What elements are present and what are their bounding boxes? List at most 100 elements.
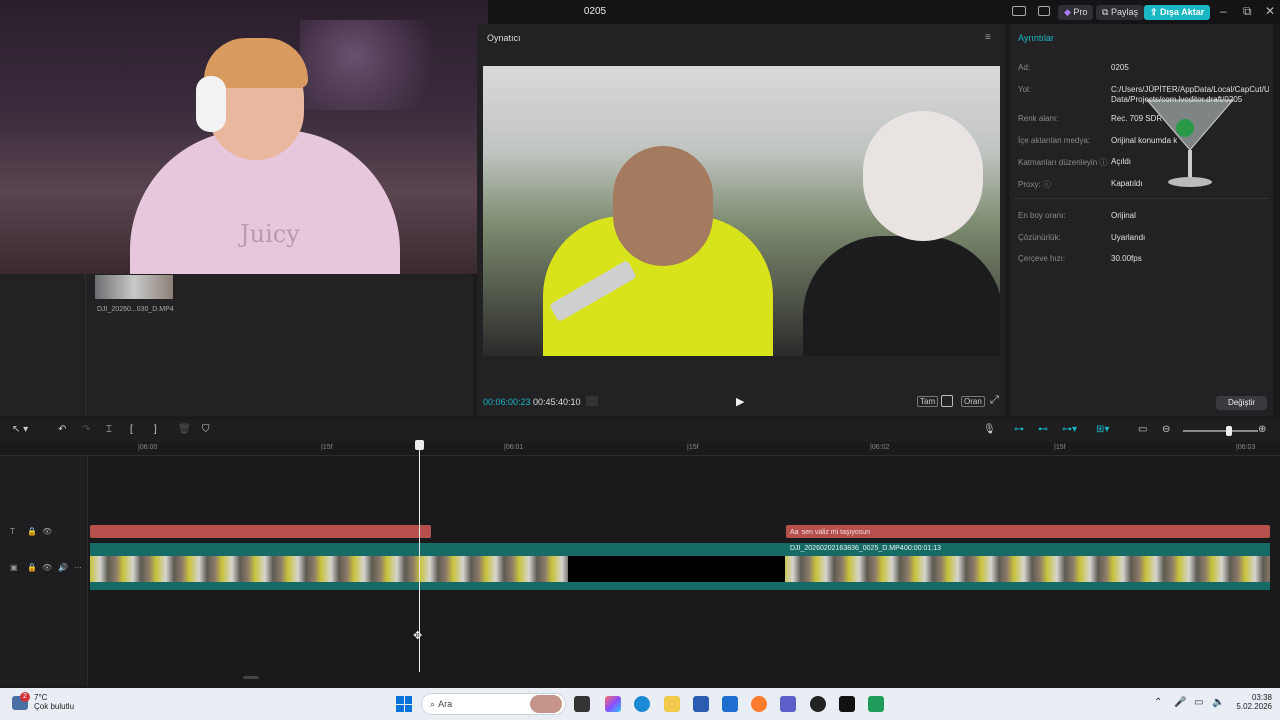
link-icon[interactable]: ⊷ [1038, 424, 1048, 435]
file-explorer-icon[interactable] [664, 696, 680, 712]
search-icon: ⌕ [430, 699, 436, 709]
delete-icon[interactable]: 🗑 [178, 424, 191, 435]
move-cursor-icon: ✥ [413, 630, 423, 642]
weather-widget[interactable]: 7°C Çok bulutlu [34, 693, 74, 711]
ruler-tick: |15f [321, 444, 333, 451]
lock-icon[interactable]: 🔒 [27, 563, 37, 572]
ruler-tick: |06:01 [504, 444, 524, 451]
weather-temp: 7°C [34, 693, 48, 702]
play-icon[interactable]: ▶ [736, 395, 744, 408]
more-icon[interactable]: ⋯ [74, 563, 82, 572]
preview-axis-icon[interactable]: ⊶▾ [1062, 424, 1077, 435]
task-view-icon[interactable] [574, 696, 590, 712]
hoodie-logo: Juicy [240, 220, 300, 248]
detail-label-layers: Katmanları düzenleyin ⓘ [1018, 158, 1108, 167]
detail-label-proxy: Proxy: ⓘ [1018, 180, 1051, 189]
detail-label-imported-media: İçe aktarılan medya: [1018, 136, 1091, 145]
room-lights [300, 20, 480, 110]
full-quality-button[interactable]: Tam [917, 396, 939, 407]
copilot-icon[interactable] [605, 696, 621, 712]
search-highlight-icon [530, 695, 562, 713]
text-clip[interactable] [90, 525, 431, 538]
minimize-button[interactable]: – [1220, 4, 1227, 18]
lock-icon[interactable]: 🔒 [27, 527, 37, 536]
detail-value-proxy: Kapatıldı [1111, 179, 1143, 188]
search-placeholder: Ara [438, 699, 453, 709]
share-button[interactable]: ⧉ Paylaş [1096, 5, 1144, 20]
detail-value-resolution: Uyarlandı [1111, 233, 1146, 242]
close-button[interactable]: ✕ [1265, 4, 1275, 18]
microphone-icon[interactable]: 🎙 [983, 424, 996, 435]
details-panel [1010, 24, 1273, 416]
detail-label-framerate: Çerçeve hızı: [1018, 254, 1066, 263]
details-title: Ayrıntılar [1018, 33, 1054, 43]
zoom-slider-handle[interactable] [1226, 426, 1232, 436]
snapshot-icon[interactable] [941, 395, 953, 407]
detail-value-aspect: Orijinal [1111, 211, 1136, 220]
shield-icon[interactable]: ⛉ [202, 424, 210, 435]
woman-face [863, 111, 983, 241]
video-clip-header[interactable] [90, 543, 1270, 556]
upload-icon: ⇪ [1150, 7, 1161, 17]
snap-icon[interactable]: ⊞▾ [1096, 424, 1109, 435]
chevron-up-icon[interactable]: ⌃ [1154, 697, 1162, 708]
caption-icon[interactable]: ▭ [1138, 424, 1147, 435]
obs-icon[interactable] [810, 696, 826, 712]
video-clip-label: DJI_20260202163836_0025_D.MP4 [790, 545, 904, 552]
media-thumbnail-label: DJI_20260...030_D.MP4 [97, 306, 174, 313]
eye-icon[interactable]: 👁 [42, 563, 52, 572]
layout-icon[interactable] [1012, 6, 1026, 16]
windows-start-icon[interactable] [396, 696, 412, 712]
split-icon[interactable]: ⌶ [106, 424, 112, 435]
volume-icon[interactable]: 🔈 [1212, 697, 1224, 708]
monitor-icon[interactable]: ▭ [1194, 697, 1203, 708]
woman-coat [803, 236, 1000, 356]
speaker-icon[interactable]: 🔊 [58, 563, 68, 572]
trim-left-icon[interactable]: [ [130, 424, 133, 435]
notes-icon[interactable] [868, 696, 884, 712]
ruler-tick: |15f [1054, 444, 1066, 451]
zoom-in-icon[interactable]: ⊕ [1258, 424, 1266, 435]
maximize-button[interactable]: ⧉ [1243, 4, 1252, 19]
grid-icon[interactable] [586, 396, 598, 406]
magnet-icon[interactable]: ⊶ [1014, 424, 1024, 435]
text-clip-label: sen valiz mi taşıyosun [801, 529, 871, 536]
eye-icon[interactable]: 👁 [42, 527, 52, 536]
time-ruler[interactable] [0, 442, 1280, 456]
audio-waveform [90, 582, 1270, 590]
playhead-handle[interactable] [415, 440, 424, 450]
capcut-icon[interactable] [839, 696, 855, 712]
text-clip[interactable]: Aa sen valiz mi taşıyosun [786, 525, 1270, 538]
zoom-out-icon[interactable]: ⊖ [1162, 424, 1170, 435]
player-menu-icon[interactable]: ≡ [985, 32, 991, 43]
ratio-button[interactable]: Oran [961, 396, 985, 407]
microphone-tray-icon[interactable]: 🎤 [1174, 697, 1186, 708]
player-title: Oynatıcı [487, 33, 521, 43]
man-face [613, 146, 713, 266]
zoom-slider[interactable] [1183, 430, 1258, 432]
ruler-tick: |06:03 [1236, 444, 1256, 451]
export-button[interactable]: ⇪ Dışa Aktar [1144, 5, 1211, 20]
detail-value-layers: Açıldı [1111, 157, 1132, 166]
trim-right-icon[interactable]: ] [154, 424, 157, 435]
video-clip-duration: 00:00:01:13 [904, 545, 941, 552]
redo-icon[interactable]: ↷ [82, 424, 90, 435]
select-tool-icon[interactable]: ↖ ▾ [12, 424, 28, 435]
detail-label-name: Ad: [1018, 63, 1031, 72]
video-preview[interactable] [483, 66, 1000, 356]
taskbar-clock[interactable]: 03:38 5.02.2026 [1226, 693, 1272, 711]
outlook-icon[interactable] [722, 696, 738, 712]
store-icon[interactable] [693, 696, 709, 712]
firefox-icon[interactable] [751, 696, 767, 712]
media-thumbnail[interactable] [95, 275, 173, 299]
horizontal-scrollbar[interactable] [243, 676, 259, 679]
shortcut-icon[interactable] [1038, 6, 1050, 16]
pro-button[interactable]: ◆ Pro [1058, 5, 1094, 20]
undo-icon[interactable]: ↶ [58, 424, 66, 435]
edge-icon[interactable] [634, 696, 650, 712]
ruler-tick: |15f [687, 444, 699, 451]
teams-icon[interactable] [780, 696, 796, 712]
change-button[interactable]: Değiştir [1216, 396, 1267, 410]
fullscreen-icon[interactable]: ⤢ [990, 394, 999, 407]
detail-value-name: 0205 [1111, 63, 1129, 72]
